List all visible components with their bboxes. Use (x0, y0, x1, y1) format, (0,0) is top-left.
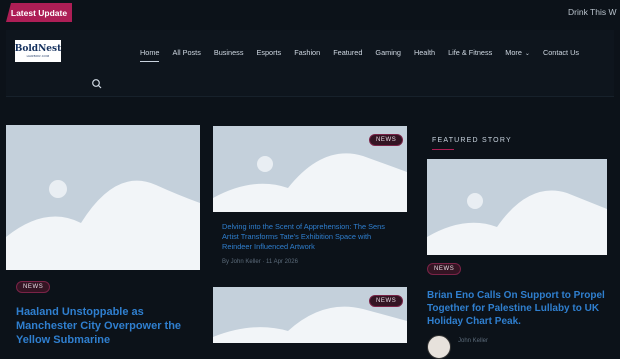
article-byline: By John Keller · 11 Apr 2026 (222, 259, 298, 265)
nav-item-health[interactable]: Health (414, 48, 435, 57)
logo-subtext: HARBOR.COM (26, 53, 50, 58)
chevron-down-icon: ⌄ (524, 51, 530, 57)
nav-item-contact-us[interactable]: Contact Us (543, 48, 579, 57)
nav-item-esports[interactable]: Esports (256, 48, 281, 57)
featured-title[interactable]: Brian Eno Calls On Support to Propel Tog… (427, 289, 613, 328)
featured-underline (432, 149, 454, 150)
nav-item-more-label: More (505, 48, 522, 57)
avatar[interactable] (427, 335, 451, 359)
top-bar: Latest Update Drink This W (0, 0, 620, 26)
nav-item-gaming[interactable]: Gaming (375, 48, 401, 57)
nav-item-fashion[interactable]: Fashion (294, 48, 320, 57)
nav-item-all-posts[interactable]: All Posts (172, 48, 200, 57)
nav-item-home[interactable]: Home (140, 48, 160, 62)
news-ticker[interactable]: Drink This W (568, 7, 620, 17)
article-title[interactable]: Delving into the Scent of Apprehension: … (222, 222, 402, 252)
latest-update-label: Latest Update (6, 3, 72, 22)
category-badge[interactable]: News (16, 281, 51, 293)
logo-text: BoldNest (14, 43, 62, 54)
site-logo[interactable]: BoldNest HARBOR.COM (15, 40, 61, 62)
site-header: BoldNest HARBOR.COM Home All Posts Busin… (6, 30, 614, 97)
featured-author[interactable]: John Keller (458, 338, 488, 344)
article-title[interactable]: Haaland Unstoppable as Manchester City O… (16, 305, 196, 347)
nav-item-business[interactable]: Business (214, 48, 244, 57)
featured-heading: FEATURED STORY (432, 137, 512, 144)
author-name[interactable]: By John Keller (222, 259, 261, 265)
category-badge[interactable]: News (427, 263, 462, 275)
image-placeholder-icon[interactable] (6, 125, 200, 270)
nav-item-featured[interactable]: Featured (333, 48, 362, 57)
search-icon[interactable] (91, 77, 103, 89)
category-badge[interactable]: News (369, 134, 404, 146)
nav-item-more[interactable]: More ⌄ (505, 48, 530, 57)
main-nav: Home All Posts Business Esports Fashion … (140, 48, 579, 62)
nav-item-life-fitness[interactable]: Life & Fitness (448, 48, 492, 57)
category-badge[interactable]: News (369, 295, 404, 307)
publish-date: 11 Apr 2026 (266, 259, 298, 265)
image-placeholder-icon[interactable] (427, 159, 607, 255)
